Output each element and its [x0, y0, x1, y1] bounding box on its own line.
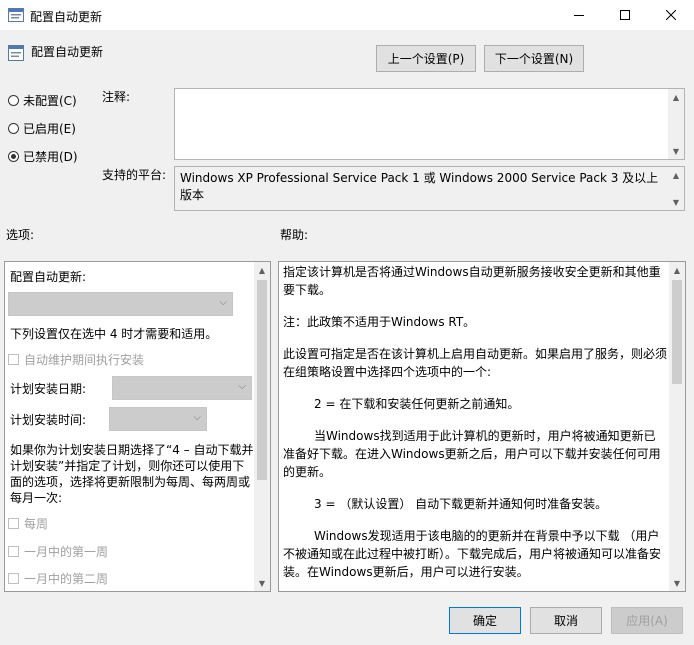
scroll-thumb[interactable] — [257, 280, 267, 480]
auto-maintenance-option[interactable]: 自动维护期间执行安装 — [8, 351, 144, 368]
scroll-up-icon[interactable]: ▲ — [668, 167, 684, 183]
help-content: 指定该计算机是否将通过Windows自动更新服务接收安全更新和其他重要下载。 注… — [283, 263, 667, 581]
comment-textarea[interactable]: ▲ ▼ — [174, 88, 685, 160]
auto-maintenance-label: 自动维护期间执行安装 — [24, 353, 145, 367]
scroll-up-icon[interactable]: ▲ — [254, 262, 270, 278]
radio-disabled[interactable]: 已禁用(D) — [8, 148, 78, 165]
settings-note: 下列设置仅在选中 4 时才需要和适用。 — [10, 327, 218, 341]
auto-maintenance-checkbox[interactable] — [8, 354, 19, 365]
help-section-label: 帮助: — [280, 228, 309, 242]
schedule-day-combo[interactable]: ⌵ — [112, 376, 252, 400]
help-paragraph: Windows发现适用于该电脑的的更新并在背景中予以下载 （用户不被通知或在此过… — [283, 529, 662, 579]
platform-value: Windows XP Professional Service Pack 1 或… — [180, 171, 659, 202]
minimize-button[interactable] — [556, 0, 602, 30]
radio-not-configured-label: 未配置(C) — [23, 94, 77, 108]
options-scrollbar[interactable]: ▲ ▼ — [254, 262, 270, 591]
platform-label: 支持的平台: — [102, 168, 167, 182]
apply-button[interactable]: 应用(A) — [611, 607, 683, 634]
help-paragraph: 注：此政策不适用于Windows RT。 — [283, 315, 476, 329]
scroll-down-icon[interactable]: ▼ — [254, 575, 270, 591]
configure-label: 配置自动更新: — [10, 270, 87, 284]
weekly-label: 每周 — [24, 517, 49, 531]
radio-not-configured[interactable]: 未配置(C) — [8, 92, 77, 109]
configure-combo[interactable]: ⌵ — [8, 292, 233, 316]
second-week-checkbox[interactable] — [8, 573, 19, 584]
policy-title: 配置自动更新 — [31, 45, 104, 59]
scroll-up-icon[interactable]: ▲ — [668, 89, 684, 105]
scroll-up-icon[interactable]: ▲ — [669, 262, 685, 278]
close-button[interactable] — [648, 0, 694, 30]
platform-box: Windows XP Professional Service Pack 1 或… — [174, 166, 685, 211]
header-policy-icon — [8, 45, 24, 61]
radio-not-configured-circle[interactable] — [8, 95, 19, 106]
chevron-down-icon: ⌵ — [193, 412, 201, 423]
help-paragraph: 当Windows找到适用于此计算机的更新时，用户将被通知更新已准备好下载。在进入… — [283, 429, 661, 479]
maximize-button[interactable] — [602, 0, 648, 30]
radio-enabled-label: 已启用(E) — [23, 122, 76, 136]
comment-label: 注释: — [102, 90, 131, 104]
options-section-label: 选项: — [6, 228, 35, 242]
prev-setting-button[interactable]: 上一个设置(P) — [376, 45, 476, 72]
radio-disabled-circle[interactable] — [8, 151, 19, 162]
help-paragraph: 此设置可指定是否在该计算机上启用自动更新。如果启用了服务，则必须在组策略设置中选… — [283, 347, 668, 379]
ok-button[interactable]: 确定 — [449, 607, 521, 634]
maximize-icon — [620, 10, 630, 20]
scroll-down-icon[interactable]: ▼ — [669, 575, 685, 591]
schedule-day-label: 计划安装日期: — [10, 382, 87, 396]
schedule-explanation: 如果你为计划安装日期选择了“4 – 自动下载并计划安装”并指定了计划，则你还可以… — [10, 443, 254, 505]
help-paragraph: 2 = 在下载和安装任何更新之前通知。 — [314, 397, 520, 411]
radio-enabled[interactable]: 已启用(E) — [8, 120, 76, 137]
policy-icon — [8, 8, 24, 22]
weekly-option[interactable]: 每周 — [8, 515, 48, 532]
minimize-icon — [574, 15, 584, 16]
first-week-label: 一月中的第一周 — [24, 545, 109, 559]
close-icon — [666, 10, 676, 20]
first-week-option[interactable]: 一月中的第一周 — [8, 543, 108, 560]
cancel-button[interactable]: 取消 — [530, 607, 602, 634]
next-setting-button[interactable]: 下一个设置(N) — [484, 45, 584, 72]
help-paragraph: 3 = （默认设置） 自动下载更新并通知何时准备安装。 — [314, 497, 608, 511]
weekly-checkbox[interactable] — [8, 518, 19, 529]
help-panel: 指定该计算机是否将通过Windows自动更新服务接收安全更新和其他重要下载。 注… — [278, 261, 686, 592]
second-week-option[interactable]: 一月中的第二周 — [8, 570, 108, 587]
schedule-time-label: 计划安装时间: — [10, 413, 87, 427]
first-week-checkbox[interactable] — [8, 546, 19, 557]
second-week-label: 一月中的第二周 — [24, 572, 109, 586]
options-panel: 配置自动更新: ⌵ 下列设置仅在选中 4 时才需要和适用。 自动维护期间执行安装… — [4, 261, 271, 592]
radio-disabled-label: 已禁用(D) — [23, 150, 78, 164]
chevron-down-icon: ⌵ — [219, 297, 227, 308]
window-title: 配置自动更新 — [30, 10, 103, 24]
help-scrollbar[interactable]: ▲ ▼ — [669, 262, 685, 591]
scroll-down-icon[interactable]: ▼ — [668, 194, 684, 210]
chevron-down-icon: ⌵ — [238, 381, 246, 392]
help-paragraph: 指定该计算机是否将通过Windows自动更新服务接收安全更新和其他重要下载。 — [283, 265, 661, 297]
schedule-time-combo[interactable]: ⌵ — [109, 407, 207, 431]
radio-enabled-circle[interactable] — [8, 123, 19, 134]
scroll-down-icon[interactable]: ▼ — [668, 143, 684, 159]
platform-scrollbar[interactable]: ▲ ▼ — [668, 167, 684, 210]
scroll-thumb[interactable] — [672, 280, 682, 384]
comment-scrollbar[interactable]: ▲ ▼ — [668, 89, 684, 159]
